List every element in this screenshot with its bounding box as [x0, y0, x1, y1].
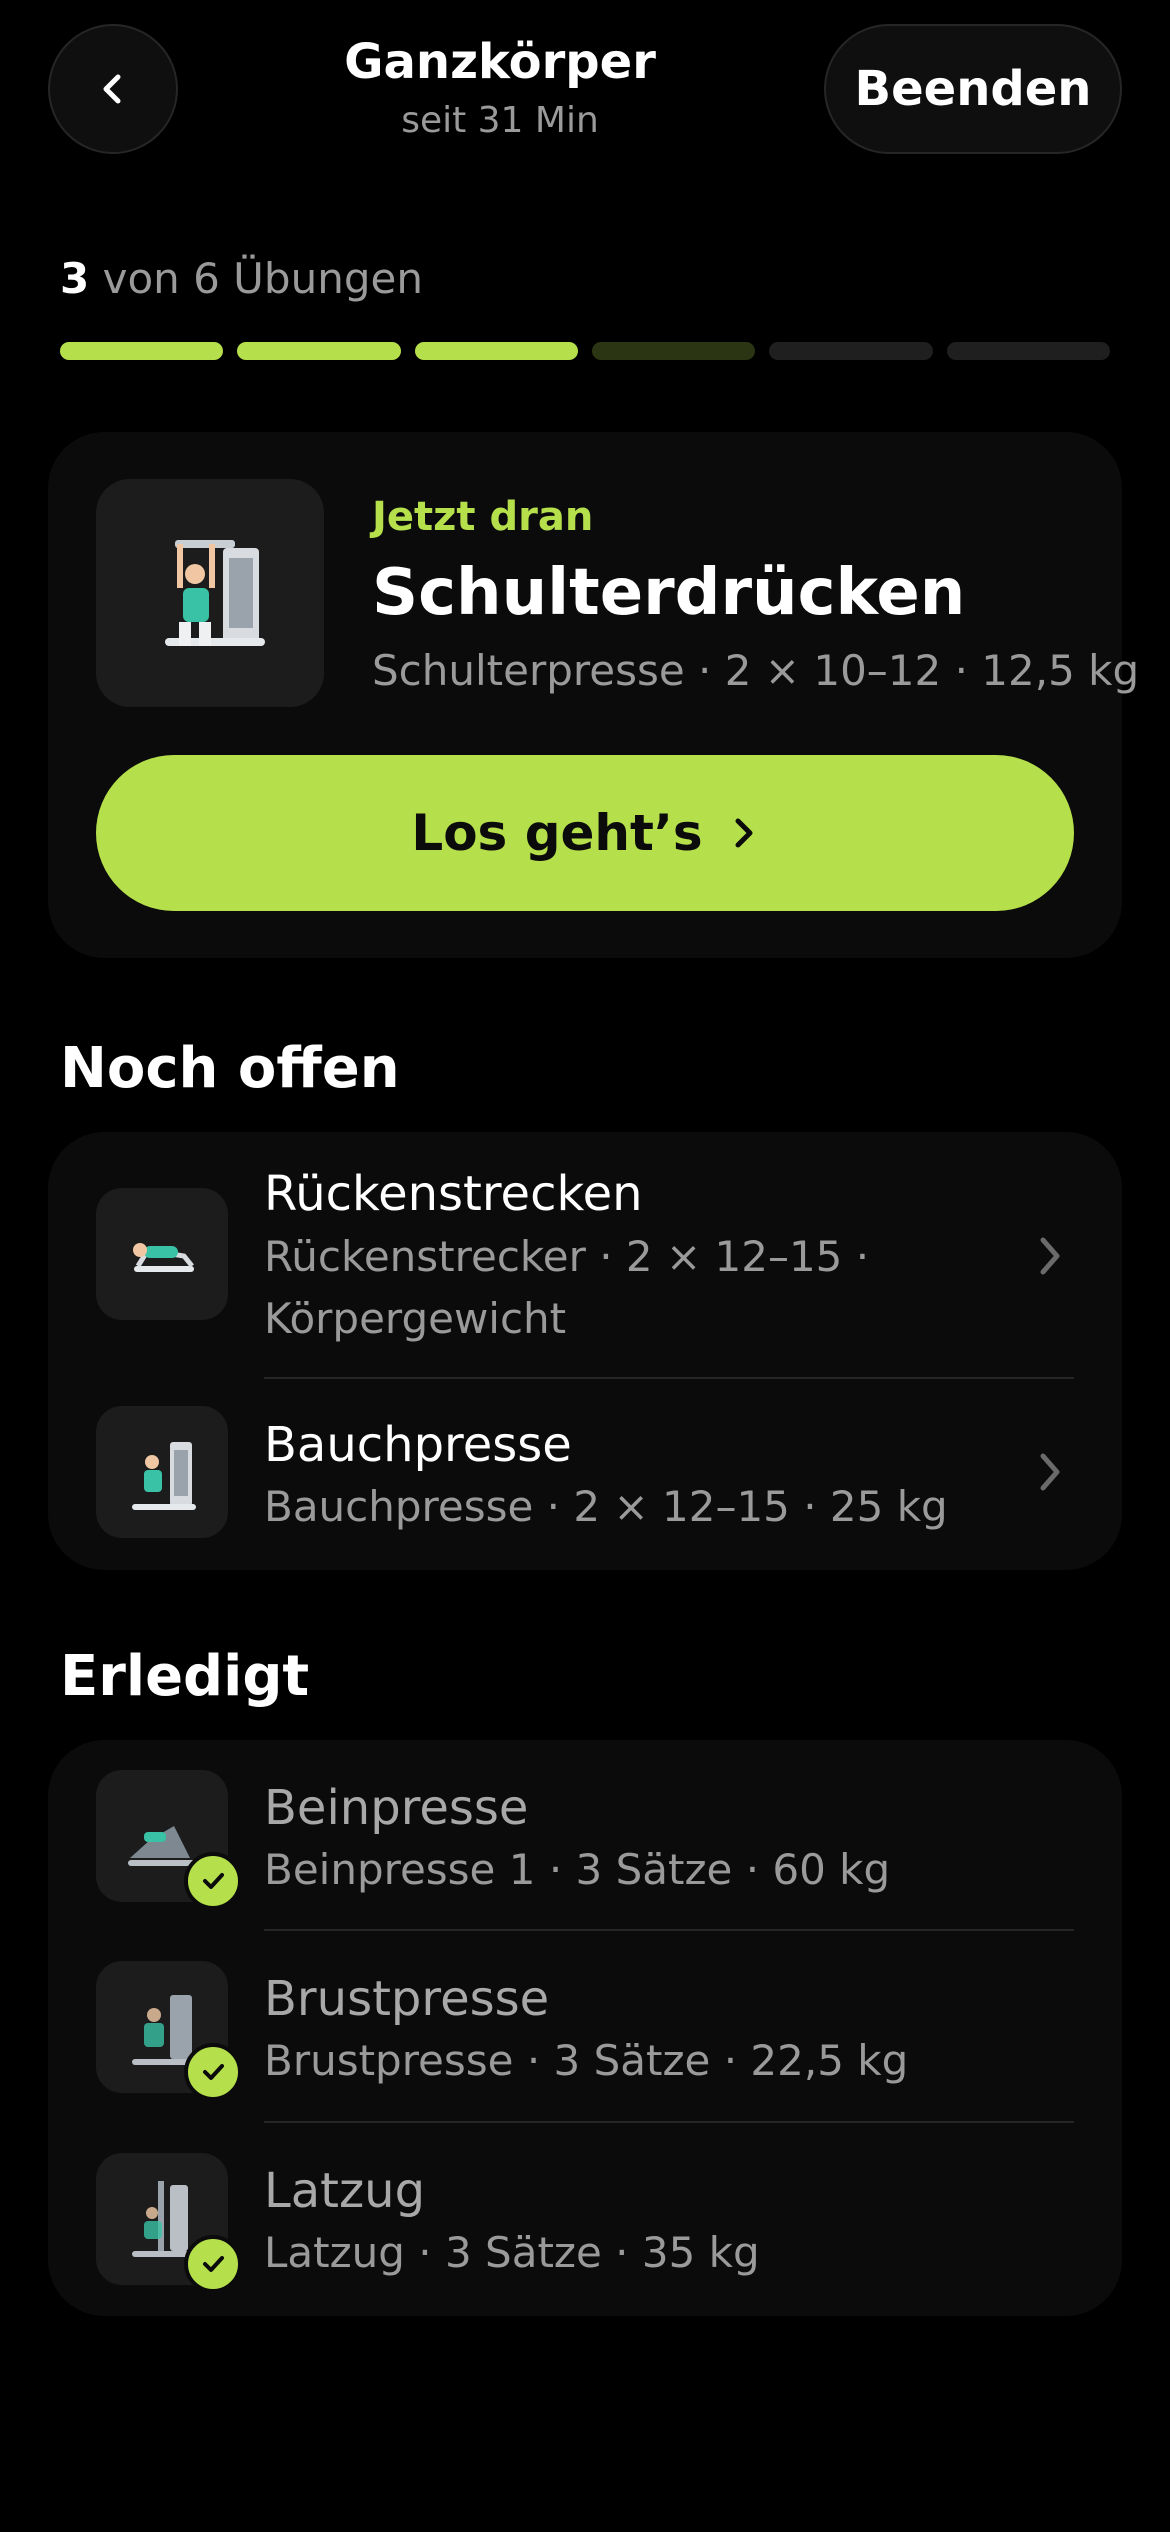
- list-item[interactable]: Bauchpresse Bauchpresse · 2 × 12–15 · 25…: [48, 1379, 1122, 1569]
- current-exercise-meta: Schulterpresse · 2 × 10–12 · 12,5 kg: [372, 646, 1140, 695]
- exercise-title: Brustpresse: [264, 1971, 550, 2027]
- current-exercise-image: [96, 479, 324, 707]
- chevron-right-icon: [1040, 1453, 1060, 1491]
- completed-check: [184, 2235, 242, 2293]
- exercise-title: Bauchpresse: [264, 1417, 572, 1473]
- exercise-meta: Brustpresse · 3 Sätze · 22,5 kg: [264, 2036, 909, 2085]
- list-item[interactable]: Brustpresse Brustpresse · 3 Sätze · 22,5…: [48, 1931, 1122, 2121]
- progress-segment: [60, 342, 224, 360]
- progress-segment: [414, 342, 578, 360]
- exercise-title: Beinpresse: [264, 1780, 529, 1836]
- start-exercise-label: Los geht’s: [411, 804, 703, 862]
- check-icon: [203, 2064, 224, 2080]
- completed-check: [184, 2043, 242, 2101]
- done-section-title: Erledigt: [60, 1644, 310, 1709]
- check-icon: [203, 1873, 224, 1889]
- exercise-image: [96, 1188, 228, 1320]
- chevron-right-icon: [735, 818, 753, 848]
- workout-title: Ganzkörper: [344, 34, 656, 90]
- back-button[interactable]: [48, 24, 178, 154]
- start-exercise-button[interactable]: Los geht’s: [96, 755, 1074, 911]
- current-exercise-title: Schulterdrücken: [372, 556, 966, 630]
- exercise-image: [96, 1406, 228, 1538]
- exercise-meta: Latzug · 3 Sätze · 35 kg: [264, 2228, 760, 2277]
- progress-segment: [591, 342, 756, 360]
- current-exercise-label: Jetzt dran: [372, 494, 594, 540]
- exercise-title: Latzug: [264, 2163, 426, 2219]
- machine-illustration: [133, 1243, 194, 1272]
- machine-illustration: [165, 540, 265, 646]
- progress-segment: [237, 342, 401, 360]
- list-item[interactable]: Latzug Latzug · 3 Sätze · 35 kg: [48, 2123, 1122, 2313]
- progress-segment: [769, 342, 933, 360]
- progress-current: 3: [60, 254, 90, 303]
- exercise-meta: Rückenstrecker · 2 × 12–15 ·: [264, 1232, 870, 1281]
- exercise-meta: Bauchpresse · 2 × 12–15 · 25 kg: [264, 1482, 948, 1531]
- completed-check: [184, 1852, 242, 1910]
- exercise-title: Rückenstrecken: [264, 1166, 643, 1222]
- exercise-meta: Beinpresse 1 · 3 Sätze · 60 kg: [264, 1845, 891, 1894]
- list-item[interactable]: Beinpresse Beinpresse 1 · 3 Sätze · 60 k…: [48, 1740, 1122, 1930]
- chevron-left-icon: [103, 74, 121, 104]
- check-icon: [203, 2256, 224, 2272]
- progress-label: 3 von 6 Übungen: [60, 254, 423, 303]
- progress-label-rest: von 6 Übungen: [89, 254, 423, 303]
- chevron-right-icon: [1040, 1237, 1060, 1275]
- end-workout-button[interactable]: Beenden: [824, 24, 1122, 154]
- exercise-meta: Körpergewicht: [264, 1294, 567, 1343]
- open-section-title: Noch offen: [60, 1036, 400, 1101]
- progress-bar: [60, 342, 1110, 360]
- workout-elapsed: seit 31 Min: [401, 100, 599, 141]
- progress-segment: [946, 342, 1110, 360]
- list-item[interactable]: Rückenstrecken Rückenstrecker · 2 × 12–1…: [48, 1132, 1122, 1378]
- machine-illustration: [132, 1442, 196, 1510]
